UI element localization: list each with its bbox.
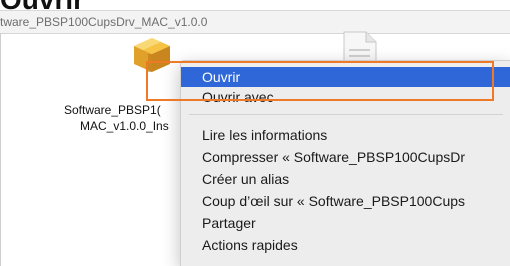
window-title-bar: tware_PBSP100CupsDrv_MAC_v1.0.0 xyxy=(0,11,510,34)
menu-item-lire-informations[interactable]: Lire les informations xyxy=(181,125,510,145)
window-left-border xyxy=(0,33,1,266)
menu-item-partager[interactable]: Partager xyxy=(181,213,510,233)
file-label-line2: MAC_v1.0.0_Ins xyxy=(80,119,169,133)
menu-item-coup-doeil[interactable]: Coup d’œil sur « Software_PBSP100Cups xyxy=(181,191,510,211)
menu-item-ouvrir-avec[interactable]: Ouvrir avec xyxy=(181,87,510,107)
menu-item-ouvrir[interactable]: Ouvrir xyxy=(181,67,510,87)
window-title: tware_PBSP100CupsDrv_MAC_v1.0.0 xyxy=(0,15,208,29)
file-label-line1: Software_PBSP1( xyxy=(64,103,161,117)
menu-item-actions-rapides[interactable]: Actions rapides xyxy=(181,235,510,255)
package-icon[interactable] xyxy=(130,32,174,76)
menu-item-creer-alias[interactable]: Créer un alias xyxy=(181,169,510,189)
context-menu: Ouvrir Ouvrir avec Lire les informations… xyxy=(180,60,510,266)
menu-separator xyxy=(189,114,503,115)
menu-item-compresser[interactable]: Compresser « Software_PBSP100CupsDr xyxy=(181,147,510,167)
